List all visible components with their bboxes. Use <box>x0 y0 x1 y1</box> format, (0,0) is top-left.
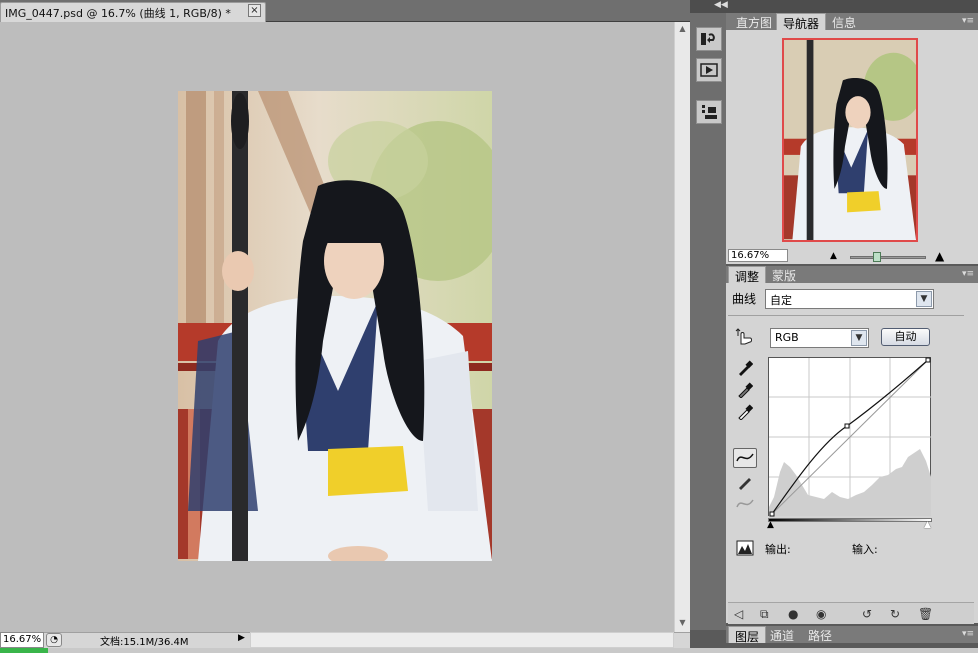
tab-masks[interactable]: 蒙版 <box>766 266 802 283</box>
tab-info[interactable]: 信息 <box>826 13 862 30</box>
status-progress-indicator <box>0 648 48 653</box>
navigator-zoom-field[interactable]: 16.67% <box>728 249 788 262</box>
panel-menu-icon[interactable]: ▾≡ <box>962 16 974 26</box>
target-adjust-hand-icon[interactable] <box>733 327 757 347</box>
curves-label: 曲线 <box>732 292 757 306</box>
panel-dock-header: ◀◀ <box>690 0 978 13</box>
navigator-thumbnail[interactable] <box>782 38 918 242</box>
window-bottom-edge <box>48 648 978 653</box>
preset-select[interactable]: 自定 ▼ <box>765 289 934 309</box>
adjustments-tab-strip: 调整 蒙版 ▾≡ <box>726 266 978 284</box>
status-info-icon[interactable]: ◔ <box>46 633 62 647</box>
tab-layers[interactable]: 图层 <box>728 626 767 644</box>
navigator-zoom-slider-thumb[interactable] <box>873 252 881 262</box>
tab-navigator[interactable]: 导航器 <box>776 13 827 31</box>
collapse-panels-icon[interactable]: ◀◀ <box>714 0 728 10</box>
curves-graph-svg <box>768 357 931 517</box>
layers-menu-icon[interactable]: ▾≡ <box>962 629 974 639</box>
history-brush-icon[interactable] <box>696 27 722 51</box>
zoom-level-field[interactable]: 16.67% <box>0 632 44 648</box>
input-gradient-bar <box>768 518 932 522</box>
back-arrow-icon[interactable]: ◁ <box>734 607 743 621</box>
navigator-zoom-slider[interactable] <box>850 256 926 259</box>
status-menu-arrow-icon[interactable]: ▶ <box>238 633 245 643</box>
navigator-tab-strip: 直方图 导航器 信息 ▾≡ <box>726 13 978 31</box>
panel-dock-strip <box>690 0 726 630</box>
chevron-down-icon[interactable]: ▼ <box>916 291 932 307</box>
channel-value: RGB <box>775 331 799 344</box>
zoom-in-icon[interactable]: ▲ <box>935 249 944 263</box>
adjustments-menu-icon[interactable]: ▾≡ <box>962 269 974 279</box>
edit-points-curve-icon[interactable] <box>733 448 757 468</box>
play-action-icon[interactable] <box>696 58 722 82</box>
clone-source-icon[interactable] <box>696 100 722 124</box>
expanded-view-icon[interactable]: ⧉ <box>760 607 769 622</box>
document-size-info: 文档:15.1M/36.4M <box>100 637 189 648</box>
clipping-warning-icon[interactable] <box>733 538 757 558</box>
pencil-draw-icon[interactable] <box>733 472 757 492</box>
horizontal-scrollbar[interactable] <box>250 632 674 648</box>
input-label: 输入: <box>852 543 878 556</box>
tab-paths[interactable]: 路径 <box>802 626 838 643</box>
tab-channels[interactable]: 通道 <box>764 626 800 643</box>
vertical-scrollbar[interactable]: ▲ ▼ <box>674 22 690 632</box>
navigator-preview-image <box>784 40 916 240</box>
output-label: 输出: <box>765 543 791 556</box>
scroll-up-icon[interactable]: ▲ <box>678 24 687 33</box>
layers-tab-strip: 图层 通道 路径 ▾≡ <box>726 626 978 644</box>
white-point-slider-icon[interactable]: ▲ <box>924 520 931 530</box>
curves-graph[interactable] <box>768 357 932 517</box>
gray-point-eyedropper-icon[interactable] <box>733 380 757 400</box>
black-point-eyedropper-icon[interactable] <box>733 358 757 378</box>
smooth-curve-icon <box>733 494 757 514</box>
tab-histogram[interactable]: 直方图 <box>730 13 778 30</box>
preset-value: 自定 <box>770 294 792 307</box>
scroll-down-icon[interactable]: ▼ <box>678 618 687 627</box>
document-tab-title: IMG_0447.psd @ 16.7% (曲线 1, RGB/8) * <box>5 7 231 20</box>
document-image[interactable] <box>178 91 492 561</box>
delete-trash-icon[interactable]: 🗑 <box>918 607 933 621</box>
tab-adjustments[interactable]: 调整 <box>728 266 767 284</box>
photo-illustration <box>178 91 492 561</box>
reset-icon[interactable]: ↻ <box>890 607 900 621</box>
channel-select[interactable]: RGB ▼ <box>770 328 869 348</box>
white-point-eyedropper-icon[interactable] <box>733 402 757 422</box>
black-point-slider-icon[interactable]: ▲ <box>767 520 774 530</box>
clip-to-layer-icon[interactable]: ● <box>788 607 798 621</box>
visibility-eye-icon[interactable]: ◉ <box>816 607 826 621</box>
zoom-out-icon[interactable]: ▲ <box>830 251 837 261</box>
divider <box>728 315 964 316</box>
auto-button[interactable]: 自动 <box>881 328 930 346</box>
document-tab[interactable]: IMG_0447.psd @ 16.7% (曲线 1, RGB/8) * <box>0 2 266 22</box>
close-document-icon[interactable]: × <box>248 4 261 17</box>
channel-chevron-down-icon[interactable]: ▼ <box>851 330 867 346</box>
adjustments-footer: ◁ ⧉ ● ◉ ↺ ↻ 🗑 <box>728 602 974 624</box>
previous-state-icon[interactable]: ↺ <box>862 607 872 621</box>
